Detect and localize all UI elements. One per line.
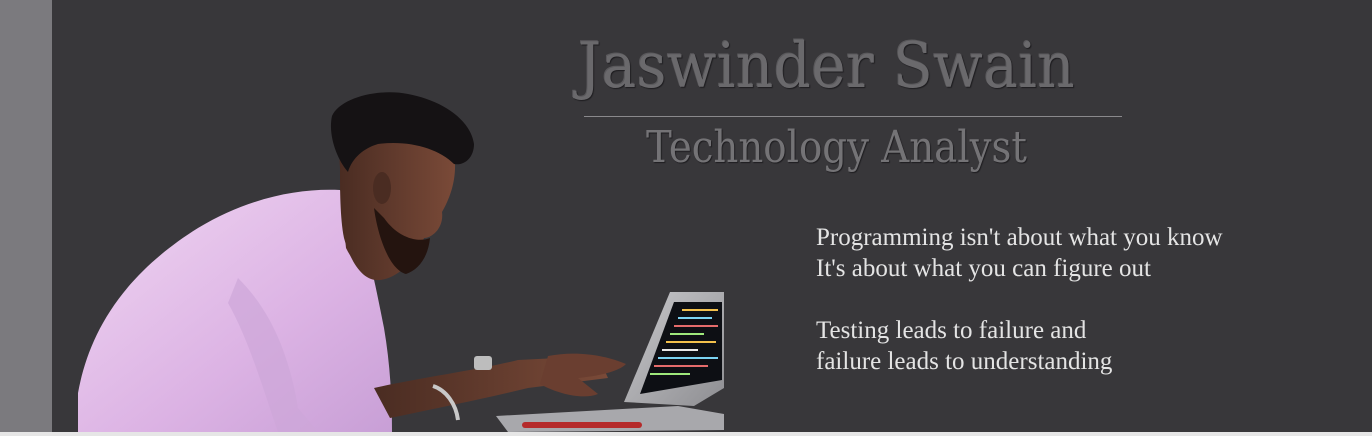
hand-shape [540,353,626,397]
quote-line: Testing leads to failure and [816,317,1087,344]
quote-line: It's about what you can figure out [816,255,1151,282]
left-rail [0,0,52,432]
quote-line: failure leads to understanding [816,348,1113,375]
profile-photo [78,88,724,432]
ear-shape [373,172,391,204]
quote-line: Programming isn't about what you know [816,224,1223,251]
quote-testing: Testing leads to failure and failure lea… [816,315,1112,377]
pen [522,422,642,428]
quote-programming: Programming isn't about what you know It… [816,222,1223,284]
watch [474,356,492,370]
profile-banner: Jaswinder Swain Technology Analyst Progr… [0,0,1372,432]
laptop-base [496,406,724,432]
